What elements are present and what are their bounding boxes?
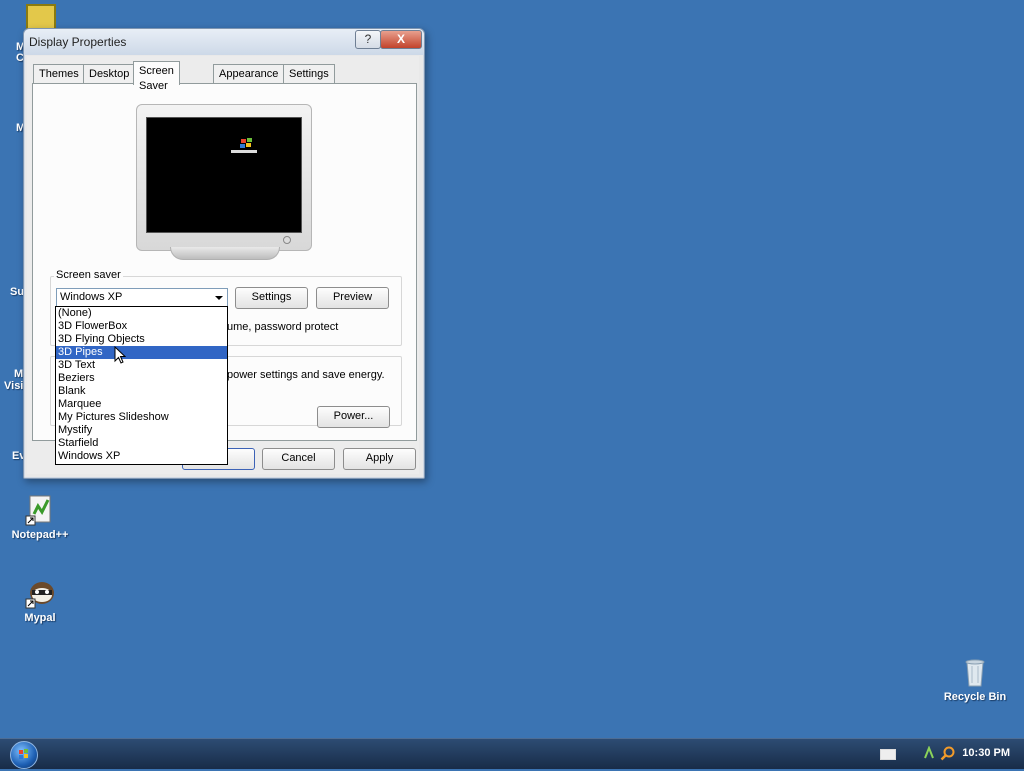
dropdown-option[interactable]: My Pictures Slideshow [56, 411, 227, 424]
dropdown-option[interactable]: Blank [56, 385, 227, 398]
desktop-icon-notepadpp[interactable]: Notepad++ [0, 494, 80, 541]
notepadpp-icon [24, 494, 56, 526]
tab-appearance[interactable]: Appearance [213, 64, 285, 83]
power-led-icon [283, 236, 291, 244]
desktop-icon-label: Recycle Bin [943, 691, 1007, 703]
dropdown-option-highlighted[interactable]: 3D Pipes [56, 346, 227, 359]
dropdown-option[interactable]: Windows XP [56, 450, 227, 463]
mouse-cursor-icon [114, 346, 126, 364]
dropdown-option[interactable]: Starfield [56, 437, 227, 450]
recycle-bin-icon [959, 656, 991, 688]
monitor-stand [170, 247, 280, 260]
power-button[interactable]: Power... [317, 406, 390, 428]
apply-button[interactable]: Apply [343, 448, 416, 470]
desktop-icon-recycle-bin[interactable]: Recycle Bin [935, 656, 1015, 703]
resume-option-text: ume, password protect [227, 321, 339, 333]
windows-logo-icon [19, 749, 28, 759]
start-button[interactable] [10, 741, 38, 769]
tab-themes[interactable]: Themes [33, 64, 85, 83]
taskbar: 10:30 PM [0, 738, 1024, 769]
desktop-icon-label-partial: M [14, 368, 24, 380]
power-description: power settings and save energy. [227, 369, 385, 381]
desktop-icon-label: Notepad++ [11, 529, 69, 541]
screen-saver-select[interactable]: Windows XP [56, 288, 228, 308]
dropdown-option[interactable]: Mystify [56, 424, 227, 437]
tab-desktop[interactable]: Desktop [83, 64, 136, 83]
dropdown-option[interactable]: Beziers [56, 372, 227, 385]
dropdown-option[interactable]: Marquee [56, 398, 227, 411]
desktop-icon-label-partial: Su [10, 286, 25, 298]
settings-button[interactable]: Settings [235, 287, 308, 309]
tab-settings[interactable]: Settings [283, 64, 335, 83]
preview-screen [146, 117, 302, 233]
screen-saver-dropdown-list: (None) 3D FlowerBox 3D Flying Objects 3D… [55, 306, 228, 465]
dropdown-option[interactable]: 3D Flying Objects [56, 333, 227, 346]
window-title: Display Properties [29, 35, 127, 49]
tab-screen-saver[interactable]: Screen Saver [133, 61, 180, 92]
keyboard-icon[interactable] [880, 749, 896, 760]
clock[interactable]: 10:30 PM [962, 747, 1010, 759]
close-button[interactable]: X [380, 30, 422, 49]
windows-logo-icon [231, 138, 257, 153]
mypal-icon [24, 577, 56, 609]
help-button[interactable]: ? [355, 30, 381, 49]
monitor-preview [136, 104, 312, 251]
cancel-button[interactable]: Cancel [262, 448, 335, 470]
dropdown-option[interactable]: 3D FlowerBox [56, 320, 227, 333]
desktop-icon-label: Mypal [24, 612, 56, 624]
select-value: Windows XP [60, 291, 123, 303]
group-label: Screen saver [54, 269, 123, 281]
desktop-icon-mypal[interactable]: Mypal [0, 577, 80, 624]
preview-button[interactable]: Preview [316, 287, 389, 309]
search-icon[interactable] [940, 745, 956, 761]
desktop-icon-label-partial: Visi [4, 380, 24, 392]
title-bar[interactable]: Display Properties ? X [24, 29, 424, 55]
network-icon[interactable] [923, 745, 935, 760]
chevron-down-icon[interactable] [215, 296, 223, 300]
dropdown-option[interactable]: 3D Text [56, 359, 227, 372]
dropdown-option[interactable]: (None) [56, 307, 227, 320]
